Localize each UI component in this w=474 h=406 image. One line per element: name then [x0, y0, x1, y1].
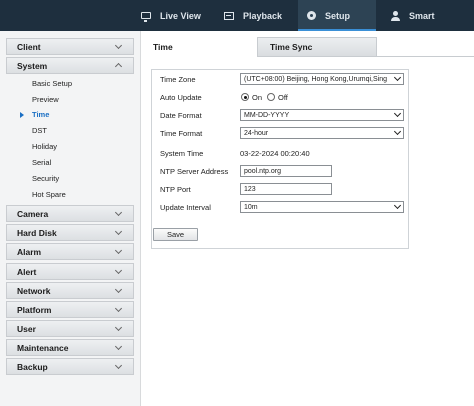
sidebar-item-hot-spare[interactable]: Hot Spare: [32, 190, 66, 199]
update-interval-value: 10m: [244, 203, 258, 211]
main-content: Time Time Sync Time Zone (UTC+08:00) Bei…: [141, 31, 474, 406]
tab-time[interactable]: Time: [141, 37, 257, 57]
sidebar-section-label: Platform: [17, 304, 52, 315]
sidebar-section-user[interactable]: User: [6, 320, 134, 337]
time-format-value: 24-hour: [244, 129, 269, 137]
person-icon: [391, 10, 400, 21]
update-interval-label: Update Interval: [160, 203, 211, 212]
chevron-down-icon: [114, 342, 123, 351]
sidebar-section-label: Camera: [17, 208, 49, 219]
chevron-down-icon: [114, 246, 123, 255]
nav-playback-label: Playback: [243, 10, 283, 21]
sidebar-section-label: Client: [17, 41, 41, 52]
sidebar-section-platform[interactable]: Platform: [6, 301, 134, 318]
auto-update-off-label: Off: [278, 93, 288, 102]
ntp-server-input[interactable]: pool.ntp.org: [240, 165, 332, 177]
tab-time-label: Time: [153, 42, 173, 52]
tab-time-sync[interactable]: Time Sync: [257, 37, 377, 57]
sidebar-section-system[interactable]: System: [6, 57, 134, 74]
ntp-port-input[interactable]: 123: [240, 183, 332, 195]
chevron-down-icon: [392, 203, 402, 211]
chevron-down-icon: [114, 304, 123, 313]
tab-bar: Time Time Sync: [141, 37, 474, 57]
sidebar-section-alarm[interactable]: Alarm: [6, 243, 134, 260]
chevron-down-icon: [392, 129, 402, 137]
time-zone-value: (UTC+08:00) Beijing, Hong Kong,Urumqi,Si…: [244, 75, 387, 83]
save-button[interactable]: Save: [153, 228, 198, 241]
ntp-port-value: 123: [244, 185, 256, 193]
sidebar-section-label: System: [17, 60, 48, 71]
chevron-down-icon: [114, 361, 123, 370]
chevron-down-icon: [392, 75, 402, 83]
auto-update-on-label: On: [252, 93, 263, 102]
sidebar-section-maintenance[interactable]: Maintenance: [6, 339, 134, 356]
sidebar-section-camera[interactable]: Camera: [6, 205, 134, 222]
chevron-down-icon: [114, 266, 123, 275]
sidebar-section-label: Alarm: [17, 246, 42, 257]
time-zone-label: Time Zone: [160, 75, 196, 84]
sidebar-section-label: User: [17, 323, 36, 334]
chevron-down-icon: [114, 323, 123, 332]
time-format-label: Time Format: [160, 129, 203, 138]
auto-update-on-radio[interactable]: [241, 93, 249, 101]
monitor-icon: [141, 12, 151, 22]
date-format-select[interactable]: MM-DD-YYYY: [240, 109, 404, 121]
auto-update-off-radio[interactable]: [267, 93, 275, 101]
nav-live-view[interactable]: Live View: [138, 0, 216, 31]
active-item-arrow-icon: [20, 112, 24, 118]
time-format-select[interactable]: 24-hour: [240, 127, 404, 139]
date-format-value: MM-DD-YYYY: [244, 111, 290, 119]
sidebar-section-label: Network: [17, 285, 51, 296]
gear-icon: [307, 11, 316, 20]
update-interval-select[interactable]: 10m: [240, 201, 404, 213]
chevron-down-icon: [114, 227, 123, 236]
film-icon: [224, 11, 234, 20]
top-navigation-bar: Live View Playback Setup Smart: [0, 0, 474, 31]
sidebar-section-label: Backup: [17, 361, 48, 372]
sidebar-item-time[interactable]: Time: [32, 110, 49, 119]
system-time-label: System Time: [160, 149, 204, 158]
tab-time-sync-label: Time Sync: [270, 42, 313, 52]
time-zone-select[interactable]: (UTC+08:00) Beijing, Hong Kong,Urumqi,Si…: [240, 73, 404, 85]
chevron-down-icon: [392, 111, 402, 119]
nav-smart-label: Smart: [409, 10, 435, 21]
sidebar-section-backup[interactable]: Backup: [6, 358, 134, 375]
sidebar-item-basic-setup[interactable]: Basic Setup: [32, 79, 72, 88]
sidebar-item-serial[interactable]: Serial: [32, 158, 51, 167]
nav-playback[interactable]: Playback: [222, 0, 298, 31]
chevron-down-icon: [114, 285, 123, 294]
date-format-label: Date Format: [160, 111, 202, 120]
ntp-server-value: pool.ntp.org: [244, 167, 281, 175]
sidebar-section-label: Hard Disk: [17, 227, 57, 238]
sidebar-section-hard-disk[interactable]: Hard Disk: [6, 224, 134, 241]
sidebar-section-alert[interactable]: Alert: [6, 263, 134, 280]
sidebar-item-dst[interactable]: DST: [32, 126, 47, 135]
ntp-server-label: NTP Server Address: [160, 167, 229, 176]
nav-setup-label: Setup: [325, 10, 351, 21]
sidebar-item-security[interactable]: Security: [32, 174, 59, 183]
nav-live-view-label: Live View: [160, 10, 201, 21]
sidebar-item-preview[interactable]: Preview: [32, 95, 59, 104]
auto-update-label: Auto Update: [160, 93, 202, 102]
time-settings-form: Time Zone (UTC+08:00) Beijing, Hong Kong…: [151, 69, 409, 249]
nav-smart[interactable]: Smart: [388, 0, 466, 31]
chevron-up-icon: [114, 62, 123, 71]
ntp-port-label: NTP Port: [160, 185, 191, 194]
chevron-down-icon: [114, 41, 123, 50]
nav-setup[interactable]: Setup: [298, 0, 376, 31]
sidebar-section-network[interactable]: Network: [6, 282, 134, 299]
sidebar-section-label: Maintenance: [17, 342, 69, 353]
sidebar-section-client[interactable]: Client: [6, 38, 134, 55]
sidebar: Client System Basic Setup Preview Time D…: [0, 31, 141, 406]
sidebar-section-label: Alert: [17, 266, 37, 277]
chevron-down-icon: [114, 208, 123, 217]
sidebar-item-holiday[interactable]: Holiday: [32, 142, 57, 151]
system-time-value: 03-22-2024 00:20:40: [240, 149, 310, 158]
